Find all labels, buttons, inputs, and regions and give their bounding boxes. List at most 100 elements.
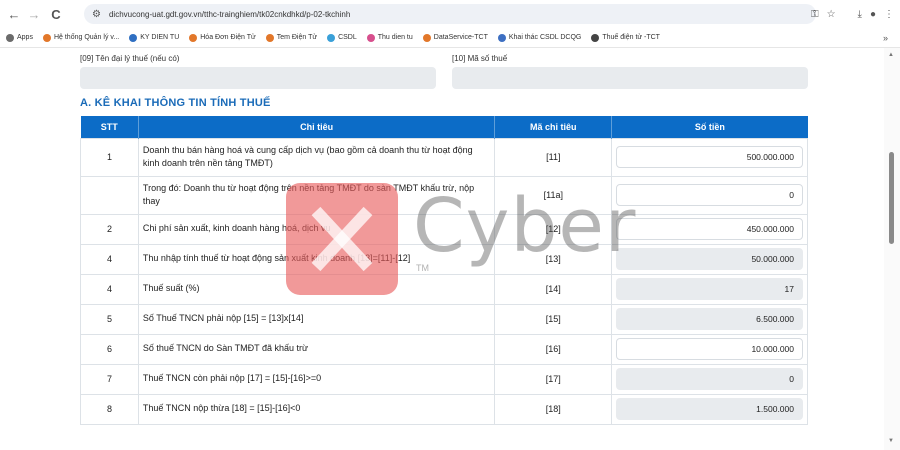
cell-chi-tieu: Số Thuế TNCN phải nộp [15] = [13]x[14] <box>137 303 496 335</box>
browser-toolbar: ← → C ⚙ dichvucong-uat.gdt.gov.vn/tthc-t… <box>0 0 900 28</box>
bookmark-label: Thu dien tu <box>377 34 413 41</box>
forward-icon[interactable]: → <box>24 4 44 24</box>
table-row: 1 Doanh thu bán hàng hoá và cung cấp dịch… <box>80 137 808 177</box>
table-row: Trong đó: Doanh thu từ hoạt động trên nề… <box>80 175 808 215</box>
cell-stt: 7 <box>80 363 139 395</box>
bookmark-item[interactable]: DataService-TCT <box>422 33 488 42</box>
field-09-input[interactable] <box>80 67 436 89</box>
cell-chi-tieu: Chi phí sản xuất, kinh doanh hàng hoá, d… <box>137 213 496 245</box>
bookmark-item[interactable]: CSDL <box>327 33 357 42</box>
section-title: A. KÊ KHAI THÔNG TIN TÍNH THUẾ <box>80 97 271 109</box>
cell-ma-chi-tieu: [16] <box>494 333 613 365</box>
cell-stt <box>80 175 139 215</box>
field-10-input[interactable] <box>452 67 808 89</box>
reload-icon[interactable]: C <box>46 4 66 24</box>
bookmark-item[interactable]: Thu dien tu <box>366 33 413 42</box>
profile-icon[interactable]: ● <box>870 9 876 20</box>
star-icon[interactable]: ☆ <box>827 9 836 20</box>
amount-input: 1.500.000 <box>616 398 803 420</box>
header-ma-chi-tieu: Mã chỉ tiêu <box>494 116 613 138</box>
cell-ma-chi-tieu: [17] <box>494 363 613 395</box>
bookmark-item[interactable]: Khai thác CSDL DCQG <box>497 33 582 42</box>
cell-chi-tieu: Số thuế TNCN do Sàn TMĐT đã khấu trừ <box>137 333 496 365</box>
key-icon[interactable]: ⚿ <box>811 9 819 20</box>
bookmark-icon <box>327 33 336 42</box>
address-bar[interactable]: ⚙ dichvucong-uat.gdt.gov.vn/tthc-traingh… <box>84 4 816 24</box>
bookmark-label: Hệ thống Quản lý v... <box>53 34 120 41</box>
table-row: 7 Thuế TNCN còn phải nộp [17] = [15]-[16]… <box>80 363 808 395</box>
cell-stt: 2 <box>80 213 139 245</box>
cell-chi-tieu: Thuế TNCN nộp thừa [18] = [15]-[16]<0 <box>137 393 496 425</box>
bookmark-item[interactable]: Hóa Đơn Điện Tử <box>189 33 256 42</box>
cell-stt: 5 <box>80 303 139 335</box>
bookmark-label: DataService-TCT <box>433 34 488 41</box>
field-10-label: [10] Mã số thuế <box>452 54 508 63</box>
bookmark-icon <box>422 33 431 42</box>
bookmark-item[interactable]: Thuế điện tử -TCT <box>591 33 660 42</box>
bookmark-icon <box>591 33 600 42</box>
bookmark-item[interactable]: Tem Điện Tử <box>265 33 318 42</box>
cell-ma-chi-tieu: [13] <box>494 243 613 275</box>
scroll-up-icon[interactable]: ▲ <box>888 52 894 58</box>
table-row: 4 Thu nhập tính thuế từ hoạt động sản xuấ… <box>80 243 808 275</box>
cell-ma-chi-tieu: [15] <box>494 303 613 335</box>
bookmark-item[interactable]: Hệ thống Quản lý v... <box>42 33 120 42</box>
bookmark-icon <box>497 33 506 42</box>
amount-input: 17 <box>616 278 803 300</box>
more-bookmarks-icon[interactable]: » <box>883 33 888 43</box>
cell-so-tien: 17 <box>611 273 808 305</box>
site-settings-icon[interactable]: ⚙ <box>92 9 101 20</box>
cell-so-tien: 10.000.000 <box>611 333 808 365</box>
cell-so-tien: 0 <box>611 363 808 395</box>
amount-input: 6.500.000 <box>616 308 803 330</box>
table-row: 5 Số Thuế TNCN phải nộp [15] = [13]x[14][… <box>80 303 808 335</box>
back-icon[interactable]: ← <box>4 4 24 24</box>
scroll-thumb[interactable] <box>889 152 894 244</box>
page-scrollbar[interactable]: ▲ ▼ <box>884 48 900 450</box>
table-row: 2 Chi phí sản xuất, kinh doanh hàng hoá, … <box>80 213 808 245</box>
amount-input[interactable]: 10.000.000 <box>616 338 803 360</box>
bookmark-item[interactable]: Apps <box>6 33 33 42</box>
bookmark-label: Khai thác CSDL DCQG <box>508 34 582 41</box>
table-row: 6 Số thuế TNCN do Sàn TMĐT đã khấu trừ [16… <box>80 333 808 365</box>
bookmark-label: Thuế điện tử -TCT <box>602 34 660 41</box>
table-row: 8 Thuế TNCN nộp thừa [18] = [15]-[16]<0 [1… <box>80 393 808 425</box>
field-09-label: [09] Tên đại lý thuế (nếu có) <box>80 54 180 63</box>
cell-ma-chi-tieu: [11] <box>494 137 613 177</box>
amount-input[interactable]: 0 <box>616 184 803 206</box>
bookmark-label: Apps <box>17 34 33 41</box>
cell-so-tien: 1.500.000 <box>611 393 808 425</box>
download-icon[interactable]: ⤓ <box>858 9 862 20</box>
bookmark-icon <box>189 33 198 42</box>
cell-so-tien: 0 <box>611 175 808 215</box>
cell-chi-tieu: Trong đó: Doanh thu từ hoạt động trên nề… <box>137 175 496 215</box>
bookmark-icon <box>366 33 375 42</box>
bookmark-item[interactable]: KY DIEN TU <box>129 33 180 42</box>
scroll-down-icon[interactable]: ▼ <box>888 438 894 444</box>
cell-stt: 1 <box>80 137 139 177</box>
cell-stt: 6 <box>80 333 139 365</box>
cell-so-tien: 6.500.000 <box>611 303 808 335</box>
table-row: 4 Thuế suất (%) [14] 17 <box>80 273 808 305</box>
cell-so-tien: 500.000.000 <box>611 137 808 177</box>
cell-ma-chi-tieu: [18] <box>494 393 613 425</box>
bookmark-icon <box>129 33 138 42</box>
bookmark-icon <box>265 33 274 42</box>
tax-table: STT Chỉ tiêu Mã chỉ tiêu Số tiền 1 Doanh … <box>80 116 808 425</box>
bookmark-label: Tem Điện Tử <box>276 34 318 41</box>
amount-input: 50.000.000 <box>616 248 803 270</box>
url-text: dichvucong-uat.gdt.gov.vn/tthc-trainghie… <box>108 9 351 19</box>
header-stt: STT <box>80 116 139 138</box>
menu-icon[interactable]: ⋮ <box>884 9 894 20</box>
bookmark-label: KY DIEN TU <box>140 34 180 41</box>
amount-input[interactable]: 450.000.000 <box>616 218 803 240</box>
bookmark-label: CSDL <box>338 34 357 41</box>
cell-ma-chi-tieu: [11a] <box>494 175 613 215</box>
amount-input[interactable]: 500.000.000 <box>616 146 803 168</box>
cell-chi-tieu: Thu nhập tính thuế từ hoạt động sản xuất… <box>137 243 496 275</box>
cell-ma-chi-tieu: [14] <box>494 273 613 305</box>
bookmark-icon <box>6 33 14 42</box>
cell-chi-tieu: Doanh thu bán hàng hoá và cung cấp dịch … <box>137 137 496 177</box>
cell-ma-chi-tieu: [12] <box>494 213 613 245</box>
bookmark-icon <box>42 33 51 42</box>
